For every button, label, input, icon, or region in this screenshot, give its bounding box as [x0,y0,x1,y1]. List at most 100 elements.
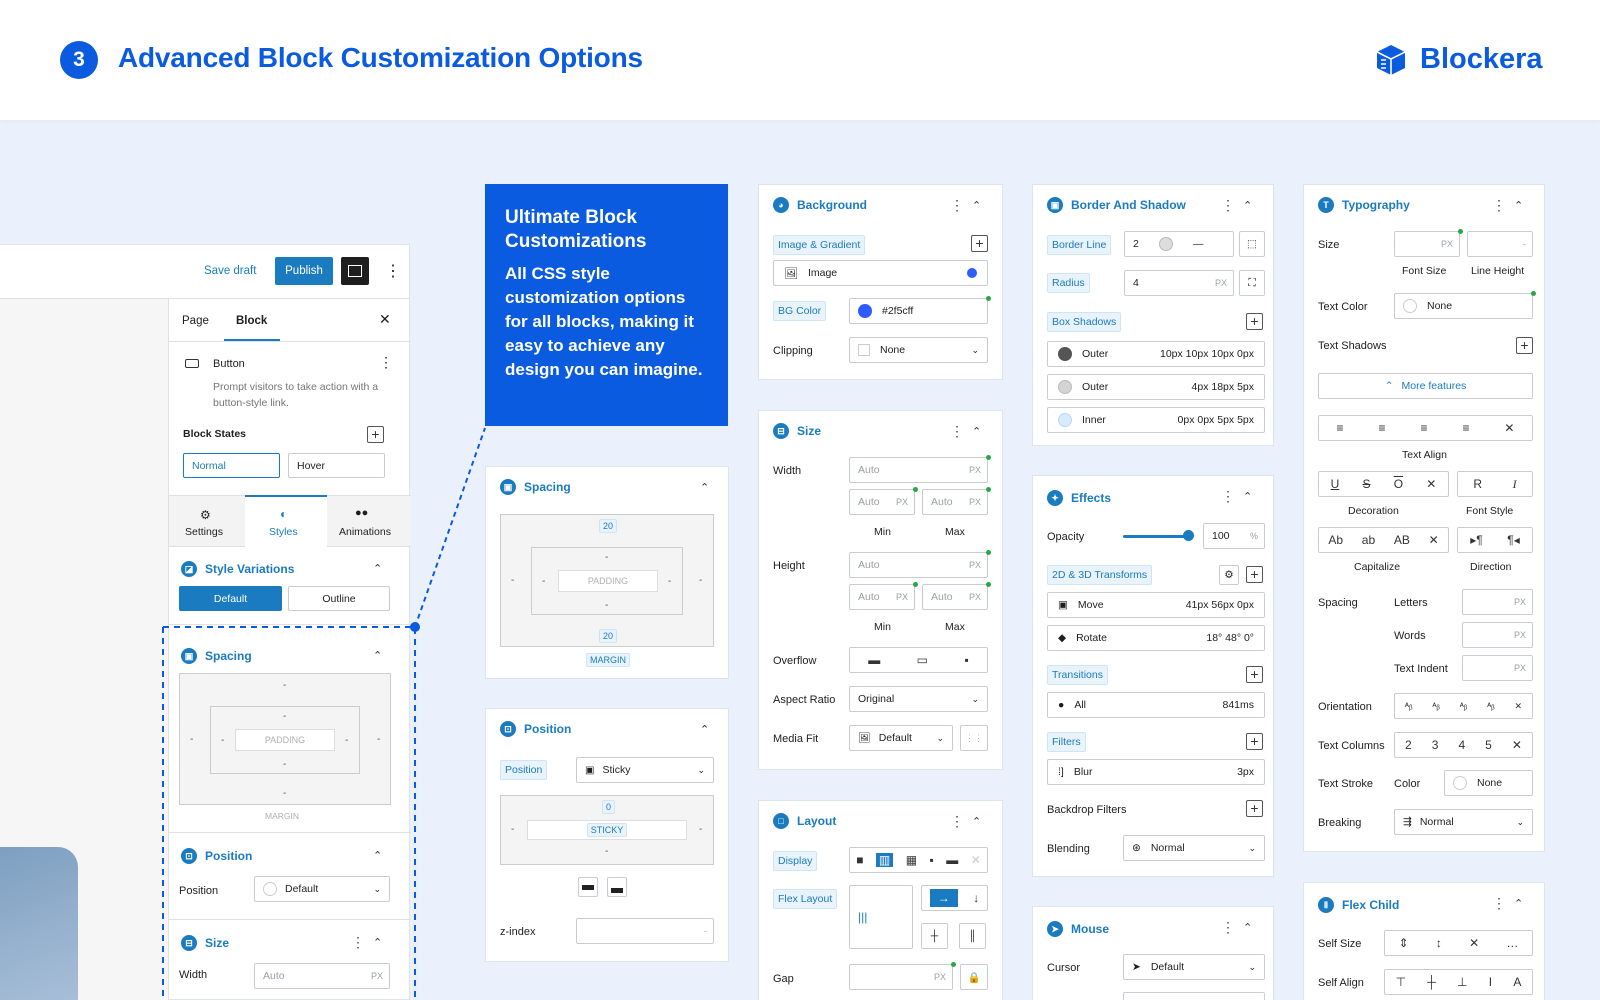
alignment-matrix[interactable]: ||| [849,885,913,949]
border-panel: ▣ Border And Shadow ⋮ ⌃ Border Line 2— ⬚ … [1032,184,1274,446]
add-background-button[interactable]: + [971,235,988,252]
min-height-input[interactable]: Auto PX [849,584,915,610]
min-width-input[interactable]: Auto PX [849,489,915,515]
font-size-input[interactable]: PX [1394,231,1460,257]
media-fit-select[interactable]: 🖼 Default ⌄ [849,725,953,751]
more-icon[interactable]: ⋮ [950,814,964,828]
spacing-panel-header[interactable]: ▣ Spacing [500,479,571,495]
add-filter-button[interactable]: + [1246,733,1263,750]
max-width-input[interactable]: Auto PX [922,489,988,515]
transition-item[interactable]: ● All 841ms [1047,692,1265,718]
add-backdrop-filter-button[interactable]: + [1246,800,1263,817]
border-header[interactable]: ▣ Border And Shadow [1047,197,1186,213]
direction-toggle[interactable]: → ↓ [921,885,988,911]
more-features-button[interactable]: ⌃ More features [1318,373,1533,399]
word-spacing-input[interactable]: PX [1462,622,1533,648]
stroke-color-picker[interactable]: None [1444,770,1533,796]
shadow-item[interactable]: Outer 4px 18px 5px [1047,374,1265,400]
transform-item[interactable]: ◆ Rotate 18° 48° 0° [1047,625,1265,651]
more-icon[interactable]: ⋮ [1492,896,1506,910]
collapse-icon[interactable]: ⌃ [972,199,981,212]
capitalize-toggle[interactable]: Ab ab AB ✕ [1318,527,1449,553]
size-header[interactable]: ⊟ Size [773,423,821,439]
mouse-header[interactable]: ➤ Mouse [1047,921,1109,937]
width-input[interactable]: Auto PX [849,457,988,483]
letter-spacing-input[interactable]: PX [1462,589,1533,615]
aspect-ratio-select[interactable]: Original ⌄ [849,686,988,712]
position-select[interactable]: ▣ Sticky ⌄ [576,757,714,783]
opacity-input[interactable]: 100% [1203,523,1265,549]
text-indent-input[interactable]: PX [1462,655,1533,681]
align-content-button[interactable]: ║ [959,923,986,949]
effects-header[interactable]: ✦ Effects [1047,490,1111,506]
more-icon[interactable]: ⋮ [950,198,964,212]
collapse-icon[interactable]: ⌃ [700,723,709,736]
breaking-select[interactable]: ⇶ Normal ⌄ [1394,809,1533,835]
more-icon[interactable]: ⋮ [1221,489,1235,503]
add-text-shadow-button[interactable]: + [1516,337,1533,354]
zindex-input[interactable]: - [576,918,714,944]
orientation-toggle[interactable]: ᴬᵦ ᴬᵦ ᴬᵦ ᴬᵦ ✕ [1394,693,1533,719]
gap-input[interactable]: PX [849,964,953,990]
line-height-input[interactable]: - [1467,231,1533,257]
wrap-button[interactable]: ┼ [921,923,948,949]
radius-corners-button[interactable]: ⛶ [1239,270,1265,296]
self-align-toggle[interactable]: ⊤ ┼ ⊥ I A [1384,969,1533,995]
add-shadow-button[interactable]: + [1246,313,1263,330]
text-align-toggle[interactable]: ≡ ≡ ≡ ≡ ✕ [1318,415,1533,441]
add-transition-button[interactable]: + [1246,666,1263,683]
background-header[interactable]: ◕ Background [773,197,867,213]
self-size-toggle[interactable]: ⇕ ↕ ✕… [1384,930,1533,956]
radius-input[interactable]: 4 PX [1124,270,1234,296]
collapse-icon[interactable]: ⌃ [700,481,709,494]
collapse-icon[interactable]: ⌃ [1514,897,1523,910]
collapse-icon[interactable]: ⌃ [1243,199,1252,212]
add-transform-button[interactable]: + [1246,566,1263,583]
lock-icon[interactable]: 🔒 [960,964,988,990]
bg-color-picker[interactable]: #2f5cff [849,298,988,324]
filter-item[interactable]: ⁞] Blur 3px [1047,759,1265,785]
margin-bottom-value: 20 [599,629,618,643]
collapse-icon[interactable]: ⌃ [1243,921,1252,934]
image-item[interactable]: 🖼 Image [773,260,988,286]
more-icon[interactable]: ⋮ [1221,198,1235,212]
collapse-icon[interactable]: ⌃ [1243,490,1252,503]
clipping-select[interactable]: None ⌄ [849,337,988,363]
cursor-select[interactable]: ➤ Default ⌄ [1123,954,1265,980]
display-toggle[interactable]: ■ ▥ ▦ ▪ ▬ ✕ [849,847,988,873]
opacity-slider[interactable] [1123,535,1187,538]
max-height-input[interactable]: Auto PX [922,584,988,610]
sticky-bottom-button[interactable] [607,877,627,897]
opacity-slider-handle[interactable] [1183,530,1194,541]
direction-toggle[interactable]: ▸¶ ¶◂ [1457,527,1533,553]
position-offsets[interactable]: 0 - - - STICKY [500,795,714,865]
collapse-icon[interactable]: ⌃ [972,425,981,438]
text-color-picker[interactable]: None [1394,293,1533,319]
collapse-icon[interactable]: ⌃ [972,815,981,828]
transform-settings-icon[interactable]: ⚙ [1219,565,1239,585]
shadow-item[interactable]: Inner 0px 0px 5px 5px [1047,407,1265,433]
transform-item[interactable]: ▣ Move 41px 56px 0px [1047,592,1265,618]
collapse-icon[interactable]: ⌃ [1514,199,1523,212]
overflow-toggle[interactable]: ▬ ▭ ▪ [849,647,988,673]
height-input[interactable]: Auto PX [849,552,988,578]
shadow-item[interactable]: Outer 10px 10px 10px 0px [1047,341,1265,367]
blending-select[interactable]: ⊛ Normal ⌄ [1123,835,1265,861]
flex-child-header[interactable]: Ⅱ Flex Child [1318,897,1399,913]
margin-box[interactable]: 20 - - 20 - - - - PADDING [500,514,714,647]
more-icon[interactable]: ⋮ [1221,920,1235,934]
position-panel-header[interactable]: ⊡ Position [500,721,571,737]
typography-header[interactable]: T Typography [1318,197,1410,213]
position-grid-button[interactable]: ⋮⋮ [960,725,988,751]
more-icon[interactable]: ⋮ [1492,198,1506,212]
padding-box[interactable]: - - - - PADDING [531,547,683,615]
border-line-input[interactable]: 2— [1124,231,1234,257]
font-style-toggle[interactable]: RI [1457,471,1533,497]
sticky-top-button[interactable] [578,877,598,897]
more-icon[interactable]: ⋮ [950,424,964,438]
decoration-toggle[interactable]: U S O ✕ [1318,471,1449,497]
border-sides-button[interactable]: ⬚ [1239,231,1265,257]
layout-header[interactable]: □ Layout [773,813,836,829]
mouse-extra-input[interactable] [1123,992,1265,1000]
text-columns-toggle[interactable]: 2 3 4 5 ✕ [1394,732,1533,758]
